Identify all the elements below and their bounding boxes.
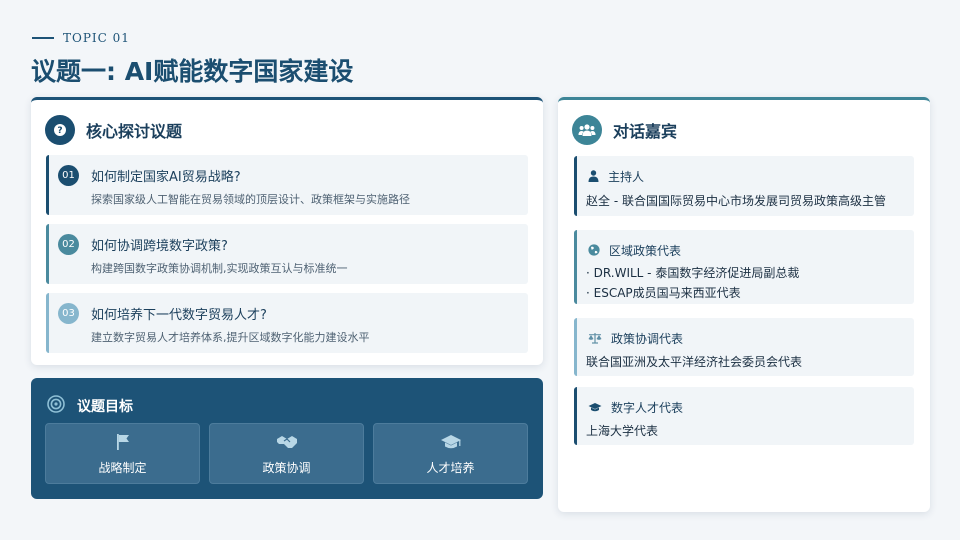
topic-item-3[interactable]: 03 如何培养下一代数字贸易人才? 建立数字贸易人才培养体系,提升区域数字化能力… [46,293,528,353]
guest-role-talent: 数字人才代表 [611,401,684,415]
guests-title: 对话嘉宾 [613,122,678,141]
handshake-icon [210,433,363,451]
topic-description-1: 探索国家级人工智能在贸易领域的顶层设计、政策框架与实施路径 [91,193,410,206]
guest-name-talent: 上海大学代表 [586,424,659,438]
goal-item-policy[interactable]: 政策协调 [209,423,364,484]
question-icon: ? [45,115,75,145]
topic-number-1: 01 [58,165,79,186]
topic-item-1[interactable]: 01 如何制定国家AI贸易战略? 探索国家级人工智能在贸易领域的顶层设计、政策框… [46,155,528,215]
guest-name-regional-2: · ESCAP成员国马来西亚代表 [586,286,741,300]
graduation-cap-icon [374,433,527,451]
graduation-cap-icon [588,398,602,417]
users-icon [572,115,602,145]
topic-divider [32,37,54,39]
topic-description-3: 建立数字贸易人才培养体系,提升区域数字化能力建设水平 [91,331,370,344]
target-icon [47,395,65,417]
guests-card: 对话嘉宾 主持人 赵全 - 联合国国际贸易中心市场发展司贸易政策高级主管 区域政… [558,97,930,512]
topic-number-2: 02 [58,234,79,255]
goal-label-strategy: 战略制定 [98,461,147,475]
guest-name-policy: 联合国亚洲及太平洋经济社会委员会代表 [586,355,803,369]
guest-item-policy[interactable]: 政策协调代表 联合国亚洲及太平洋经济社会委员会代表 [574,318,914,376]
guest-item-regional[interactable]: 区域政策代表 · DR.WILL - 泰国数字经济促进局副总裁 · ESCAP成… [574,230,914,304]
guest-header-regional: 区域政策代表 [588,241,681,260]
flag-icon [46,433,199,451]
user-icon [588,167,599,186]
goal-item-strategy[interactable]: 战略制定 [45,423,200,484]
topic-question-2: 如何协调跨境数字政策? [91,239,228,254]
globe-icon [588,241,600,260]
guest-header-talent: 数字人才代表 [588,398,683,417]
topic-question-3: 如何培养下一代数字贸易人才? [91,308,267,323]
goal-item-talent[interactable]: 人才培养 [373,423,528,484]
topic-number-3: 03 [58,303,79,324]
topic-item-2[interactable]: 02 如何协调跨境数字政策? 构建跨国数字政策协调机制,实现政策互认与标准统一 [46,224,528,284]
guest-role-regional: 区域政策代表 [609,244,682,258]
guest-name-host: 赵全 - 联合国国际贸易中心市场发展司贸易政策高级主管 [586,194,886,208]
topic-question-1: 如何制定国家AI贸易战略? [91,170,241,185]
goal-label-policy: 政策协调 [262,461,311,475]
goal-label-talent: 人才培养 [426,461,475,475]
core-topics-card: ? 核心探讨议题 01 如何制定国家AI贸易战略? 探索国家级人工智能在贸易领域… [31,97,543,365]
topic-label: TOPIC 01 [32,31,130,45]
core-topics-title: 核心探讨议题 [86,122,183,141]
guest-role-policy: 政策协调代表 [611,332,684,346]
guests-header: 对话嘉宾 [572,115,677,145]
topic-description-2: 构建跨国数字政策协调机制,实现政策互认与标准统一 [91,262,348,275]
guest-item-host[interactable]: 主持人 赵全 - 联合国国际贸易中心市场发展司贸易政策高级主管 [574,156,914,216]
guest-item-talent[interactable]: 数字人才代表 上海大学代表 [574,387,914,445]
goals-card: 议题目标 战略制定 政策协调 人才培养 [31,378,543,499]
goals-header: 议题目标 [47,395,133,417]
guest-role-host: 主持人 [608,170,645,184]
core-topics-header: ? 核心探讨议题 [45,115,182,145]
topic-label-text: TOPIC 01 [63,31,130,45]
guest-header-host: 主持人 [588,167,644,186]
balance-scale-icon [588,329,602,348]
guest-name-regional-1: · DR.WILL - 泰国数字经济促进局副总裁 [586,266,800,280]
guest-header-policy: 政策协调代表 [588,329,683,348]
goals-title: 议题目标 [77,399,133,415]
page-title: 议题一: AI赋能数字国家建设 [31,57,354,86]
svg-text:?: ? [57,126,62,136]
